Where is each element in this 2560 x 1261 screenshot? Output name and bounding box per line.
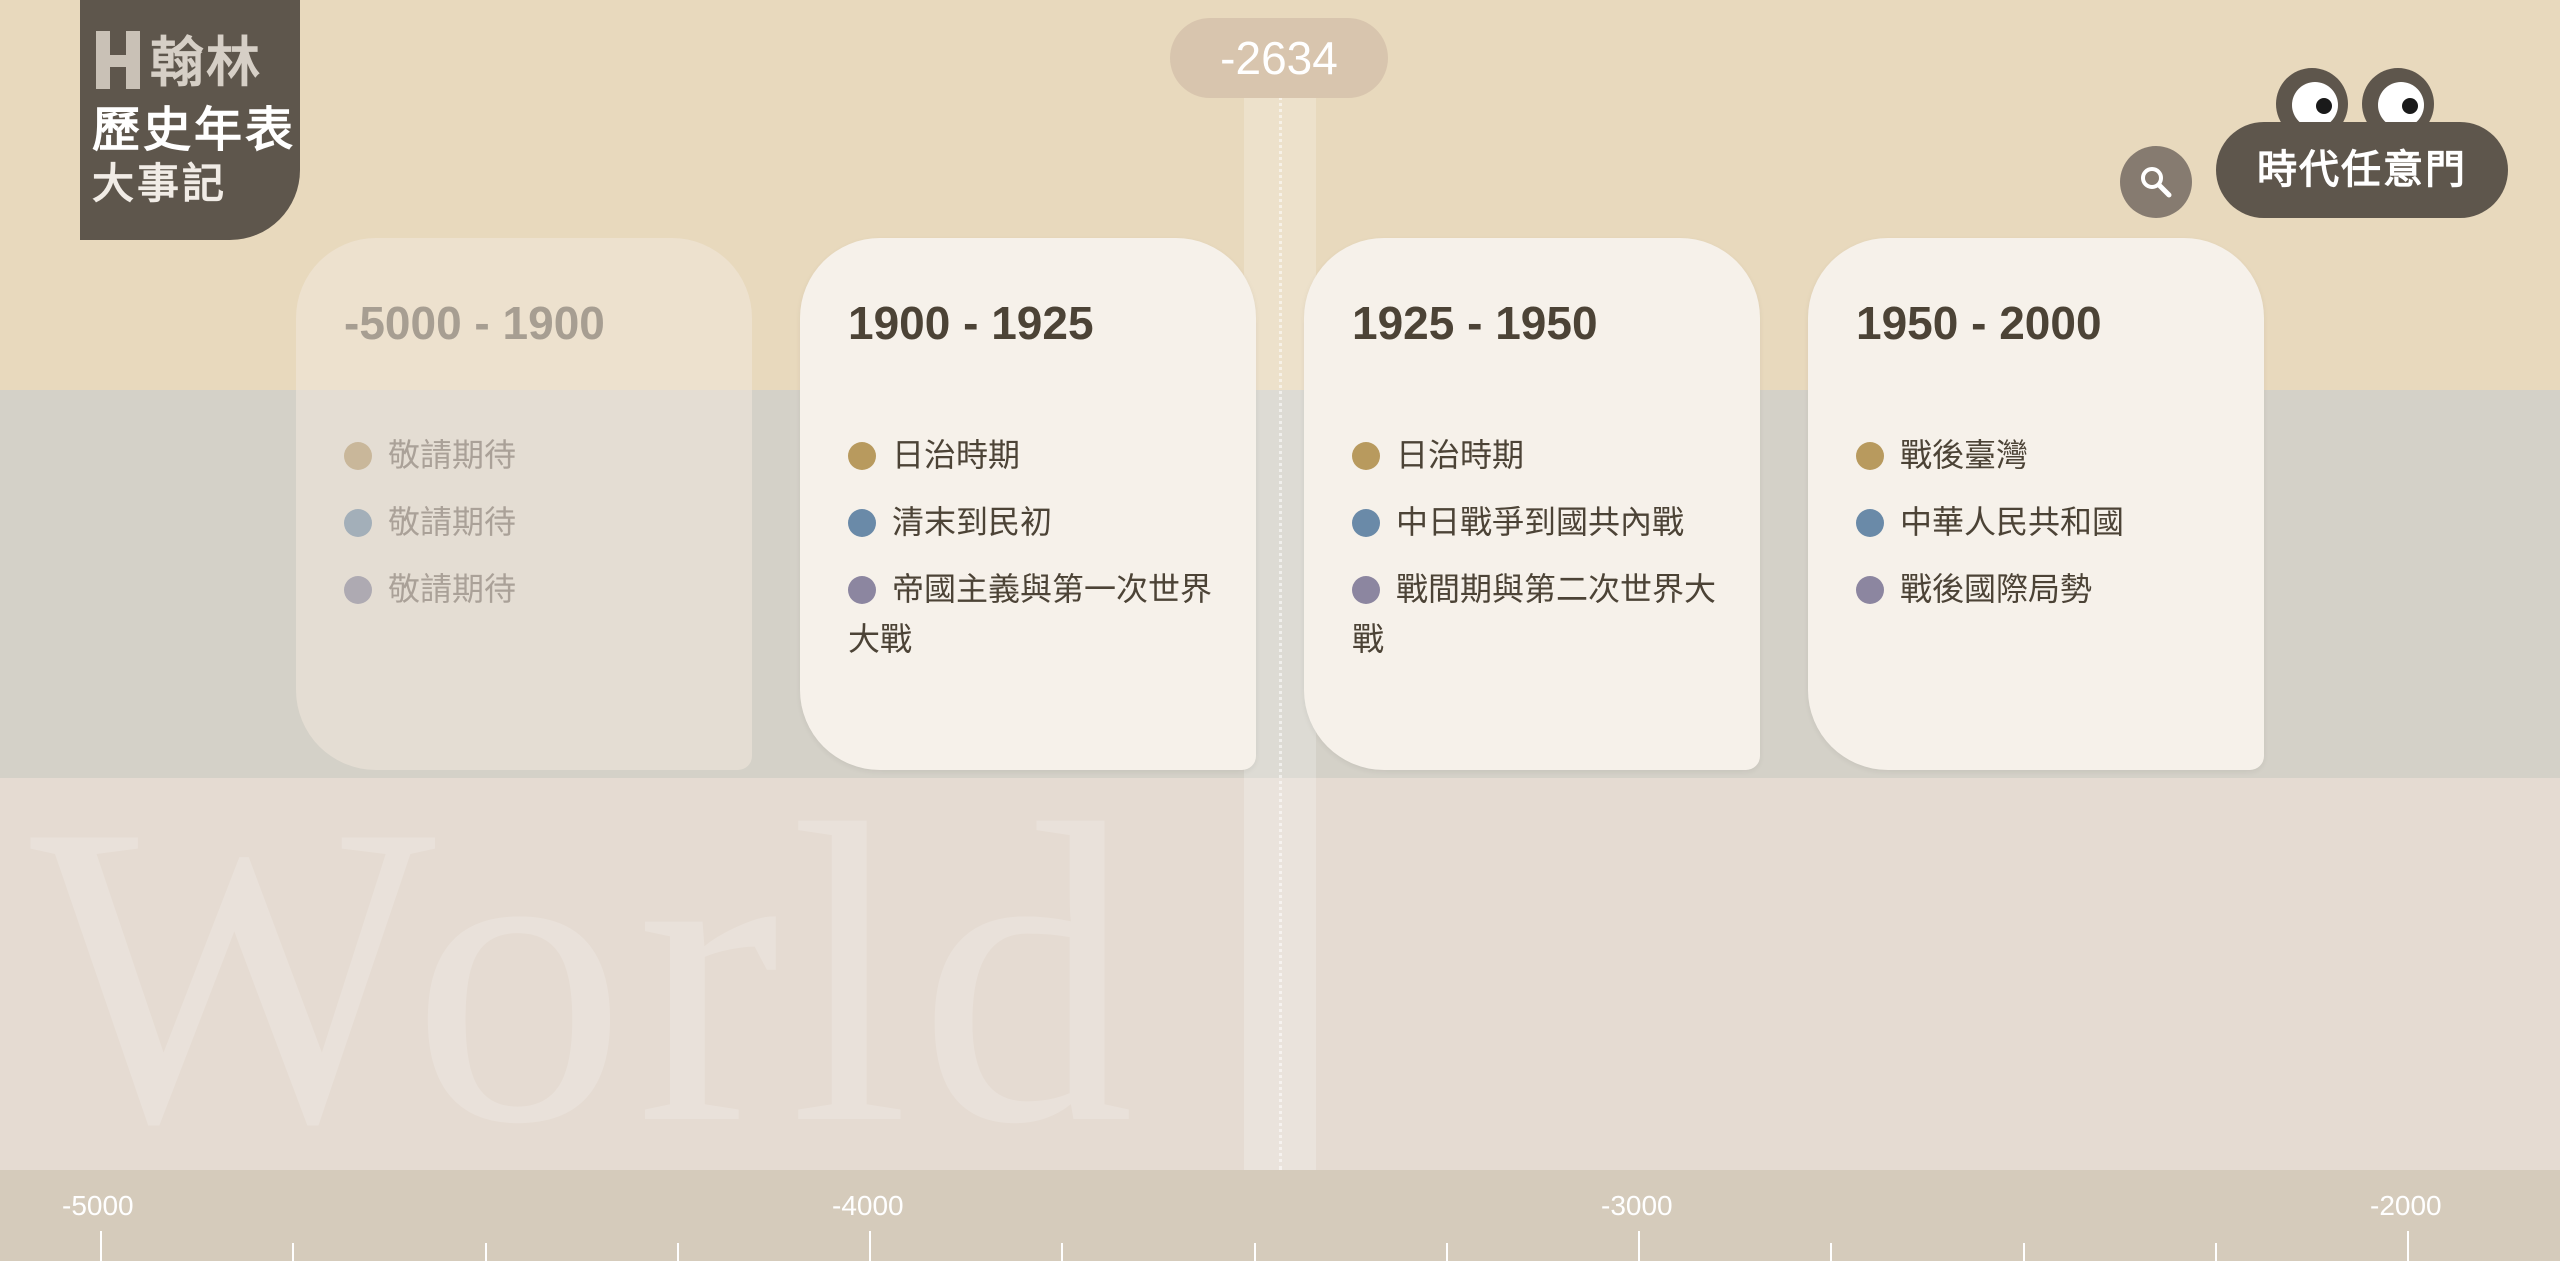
- ruler-label: -2000: [2370, 1190, 2442, 1221]
- logo-brand-text: 翰林: [150, 31, 262, 94]
- ruler-tick: [2214, 1243, 2217, 1261]
- ruler-tick: [676, 1243, 679, 1261]
- era-card[interactable]: -5000 - 1900 敬請期待 敬請期待 敬請期待: [296, 238, 752, 770]
- era-topic-item[interactable]: 戰後臺灣: [1856, 430, 2236, 480]
- logo-brand: 翰林: [94, 18, 262, 97]
- era-topic-item[interactable]: 中日戰爭到國共內戰: [1352, 497, 1732, 547]
- era-card[interactable]: 1925 - 1950 日治時期 中日戰爭到國共內戰 戰間期與第二次世界大戰: [1304, 238, 1760, 770]
- topic-dot-icon: [1856, 509, 1884, 537]
- era-card-title: 1950 - 2000: [1856, 297, 2102, 349]
- topic-dot-icon: [1352, 509, 1380, 537]
- era-topic-item[interactable]: 敬請期待: [344, 430, 724, 480]
- era-topic-item[interactable]: 戰後國際局勢: [1856, 564, 2236, 614]
- topic-dot-icon: [848, 442, 876, 470]
- era-card-title: -5000 - 1900: [344, 297, 605, 349]
- era-card-title: 1925 - 1950: [1352, 297, 1598, 349]
- timeline-cursor-line: [1279, 90, 1282, 1170]
- topic-dot-icon: [1352, 576, 1380, 604]
- topic-dot-icon: [1352, 442, 1380, 470]
- topic-dot-icon: [848, 576, 876, 604]
- topic-dot-icon: [848, 509, 876, 537]
- search-button[interactable]: [2120, 146, 2192, 218]
- ruler-tick: [869, 1231, 871, 1261]
- ruler-tick: [1445, 1243, 1448, 1261]
- ruler-tick: [484, 1243, 487, 1261]
- era-card[interactable]: 1950 - 2000 戰後臺灣 中華人民共和國 戰後國際局勢: [1808, 238, 2264, 770]
- era-topic-item[interactable]: 敬請期待: [344, 497, 724, 547]
- ruler-tick: [2022, 1243, 2025, 1261]
- watermark-text: World: [30, 737, 1145, 1213]
- topic-dot-icon: [344, 576, 372, 604]
- era-topic-item[interactable]: 清末到民初: [848, 497, 1228, 547]
- topic-dot-icon: [1856, 576, 1884, 604]
- era-topic-list: 日治時期 清末到民初 帝國主義與第一次世界大戰: [848, 430, 1228, 681]
- topic-dot-icon: [344, 442, 372, 470]
- ruler-tick: [2407, 1231, 2409, 1261]
- ruler-label: -5000: [62, 1190, 134, 1221]
- era-topic-list: 日治時期 中日戰爭到國共內戰 戰間期與第二次世界大戰: [1352, 430, 1732, 681]
- era-topic-item[interactable]: 中華人民共和國: [1856, 497, 2236, 547]
- search-icon: [2141, 167, 2172, 198]
- topic-dot-icon: [1856, 442, 1884, 470]
- ruler-tick: [1061, 1243, 1064, 1261]
- ruler-tick: [292, 1243, 295, 1261]
- era-topic-list: 敬請期待 敬請期待 敬請期待: [344, 430, 724, 631]
- app-logo[interactable]: 翰林 歷史年表 大事記: [80, 0, 300, 240]
- era-topic-item[interactable]: 戰間期與第二次世界大戰: [1352, 564, 1732, 664]
- hanlin-h-icon: [94, 27, 142, 89]
- timeline-ruler[interactable]: -5000 -4000 -3000 -2000: [0, 1170, 2560, 1261]
- ruler-label: -4000: [832, 1190, 904, 1221]
- ruler-label: -3000: [1601, 1190, 1673, 1221]
- ruler-tick: [1253, 1243, 1256, 1261]
- ruler-tick: [100, 1231, 102, 1261]
- current-year-indicator: -2634: [1170, 18, 1388, 98]
- era-topic-list: 戰後臺灣 中華人民共和國 戰後國際局勢: [1856, 430, 2236, 631]
- era-topic-item[interactable]: 帝國主義與第一次世界大戰: [848, 564, 1228, 664]
- time-door-button[interactable]: 時代任意門: [2216, 122, 2508, 218]
- topic-dot-icon: [344, 509, 372, 537]
- era-card[interactable]: 1900 - 1925 日治時期 清末到民初 帝國主義與第一次世界大戰: [800, 238, 1256, 770]
- era-topic-item[interactable]: 日治時期: [848, 430, 1228, 480]
- ruler-tick: [1830, 1243, 1833, 1261]
- ruler-tick: [1638, 1231, 1640, 1261]
- logo-subtitle: 大事記: [92, 159, 228, 208]
- era-topic-item[interactable]: 日治時期: [1352, 430, 1732, 480]
- era-card-title: 1900 - 1925: [848, 297, 1094, 349]
- era-topic-item[interactable]: 敬請期待: [344, 564, 724, 614]
